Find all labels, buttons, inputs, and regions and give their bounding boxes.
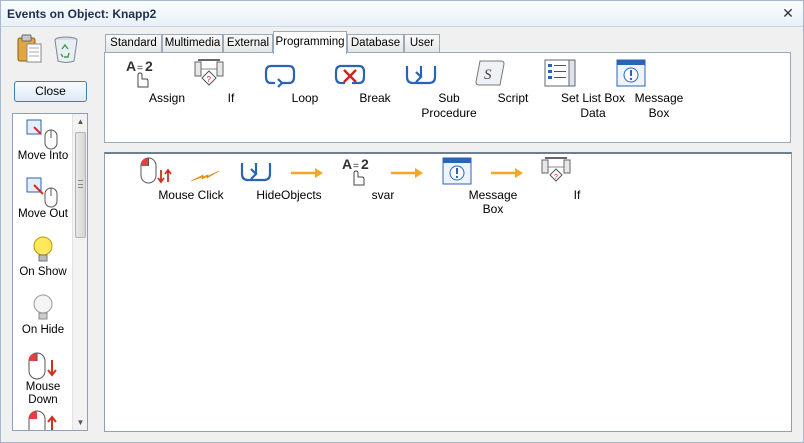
assign-button[interactable]: A = 2 Assign bbox=[115, 53, 185, 141]
svg-text:A: A bbox=[342, 156, 352, 172]
svg-text:=: = bbox=[137, 63, 143, 74]
trigger-label: Mouse Down bbox=[25, 381, 61, 406]
list-box-icon bbox=[543, 57, 577, 89]
ribbon-label: If bbox=[227, 91, 235, 105]
tab-user[interactable]: User bbox=[404, 34, 440, 53]
ribbon-label: Message Box bbox=[634, 91, 684, 120]
break-icon bbox=[333, 57, 367, 89]
sub-procedure-button[interactable]: Sub Procedure bbox=[393, 53, 477, 141]
ribbon-label: Assign bbox=[148, 91, 186, 105]
svg-text:?: ? bbox=[207, 75, 212, 84]
tab-standard[interactable]: Standard bbox=[105, 34, 162, 53]
tab-external[interactable]: External bbox=[223, 34, 273, 53]
tab-multimedia[interactable]: Multimedia bbox=[162, 34, 223, 53]
svg-text:2: 2 bbox=[145, 58, 153, 74]
svg-text:2: 2 bbox=[361, 156, 369, 172]
programming-ribbon: A = 2 Assign ? If Loop Break Sub Procedu… bbox=[104, 52, 791, 143]
flow-node-label: Mouse Click bbox=[158, 188, 224, 202]
svg-text:?: ? bbox=[554, 174, 558, 181]
tab-database[interactable]: Database bbox=[347, 34, 404, 53]
trigger-label: On Show bbox=[19, 266, 67, 278]
lightbulb-off-icon bbox=[25, 292, 61, 326]
lightbulb-on-icon bbox=[25, 234, 61, 268]
break-button[interactable]: Break bbox=[325, 53, 391, 141]
flow-node-label: HideObjects bbox=[256, 188, 322, 202]
svg-text:A: A bbox=[126, 58, 136, 74]
left-toolbar bbox=[15, 33, 85, 67]
clipboard-icon[interactable] bbox=[15, 33, 45, 65]
mouse-down-icon bbox=[25, 350, 61, 384]
trigger-label: Move Out bbox=[18, 208, 68, 220]
trigger-move-into[interactable]: Move Into bbox=[13, 116, 73, 174]
assign-icon: A = 2 bbox=[340, 156, 374, 186]
set-list-box-data-button[interactable]: Set List Box Data bbox=[527, 53, 625, 141]
mouse-up-icon bbox=[25, 408, 61, 430]
trigger-on-hide[interactable]: On Hide bbox=[13, 290, 73, 348]
recycle-bin-icon[interactable] bbox=[51, 33, 81, 65]
scroll-down-arrow[interactable]: ▼ bbox=[73, 415, 87, 430]
loop-button[interactable]: Loop bbox=[255, 53, 318, 141]
sub-procedure-icon bbox=[239, 156, 273, 186]
svg-text:=: = bbox=[353, 161, 359, 172]
if-icon: ? bbox=[539, 156, 573, 186]
scroll-thumb[interactable] bbox=[75, 132, 86, 238]
if-icon: ? bbox=[192, 57, 226, 89]
event-flow-canvas[interactable]: Mouse Click HideObjects A = 2 svar Messa… bbox=[104, 152, 792, 432]
title-bar: Events on Object: Knapp2 ✕ bbox=[1, 1, 803, 27]
script-icon: S bbox=[473, 57, 507, 89]
move-out-icon bbox=[25, 176, 61, 210]
lightning-connector-icon bbox=[190, 170, 220, 182]
flow-arrow-icon bbox=[391, 168, 423, 178]
trigger-on-show[interactable]: On Show bbox=[13, 232, 73, 290]
trigger-label: On Hide bbox=[21, 324, 65, 336]
window-close-button[interactable]: ✕ bbox=[779, 4, 797, 22]
if-button[interactable]: ? If bbox=[187, 53, 234, 141]
ribbon-label: Loop bbox=[291, 91, 319, 105]
loop-icon bbox=[263, 57, 297, 89]
tab-programming[interactable]: Programming bbox=[273, 31, 347, 54]
message-box-button[interactable]: Message Box bbox=[603, 53, 683, 141]
window-title: Events on Object: Knapp2 bbox=[7, 7, 157, 21]
close-button[interactable]: Close bbox=[14, 81, 87, 102]
trigger-list: Move Into Move Out On Show On Hide Mouse… bbox=[12, 113, 88, 431]
trigger-mouse-down[interactable]: Mouse Down bbox=[13, 348, 73, 406]
trigger-move-out[interactable]: Move Out bbox=[13, 174, 73, 232]
trigger-mouse-up[interactable] bbox=[13, 406, 73, 430]
flow-node-label: svar bbox=[371, 188, 395, 202]
scroll-up-arrow[interactable]: ▲ bbox=[73, 114, 87, 129]
message-box-icon bbox=[614, 57, 648, 89]
assign-icon: A = 2 bbox=[124, 57, 158, 89]
trigger-label: Move Into bbox=[17, 150, 69, 162]
flow-arrow-icon bbox=[291, 168, 323, 178]
mouse-click-icon bbox=[139, 156, 173, 186]
events-window: Events on Object: Knapp2 ✕ Close Move In… bbox=[0, 0, 804, 443]
sub-procedure-icon bbox=[404, 57, 438, 89]
svg-text:S: S bbox=[484, 67, 492, 83]
message-box-icon bbox=[440, 156, 474, 186]
flow-node-label: Message Box bbox=[468, 188, 518, 216]
flow-arrow-icon bbox=[491, 168, 523, 178]
script-button[interactable]: S Script bbox=[467, 53, 528, 141]
move-into-icon bbox=[25, 118, 61, 152]
flow-node-label: If bbox=[573, 188, 581, 202]
trigger-list-scrollbar[interactable]: ▲ ▼ bbox=[72, 114, 87, 430]
